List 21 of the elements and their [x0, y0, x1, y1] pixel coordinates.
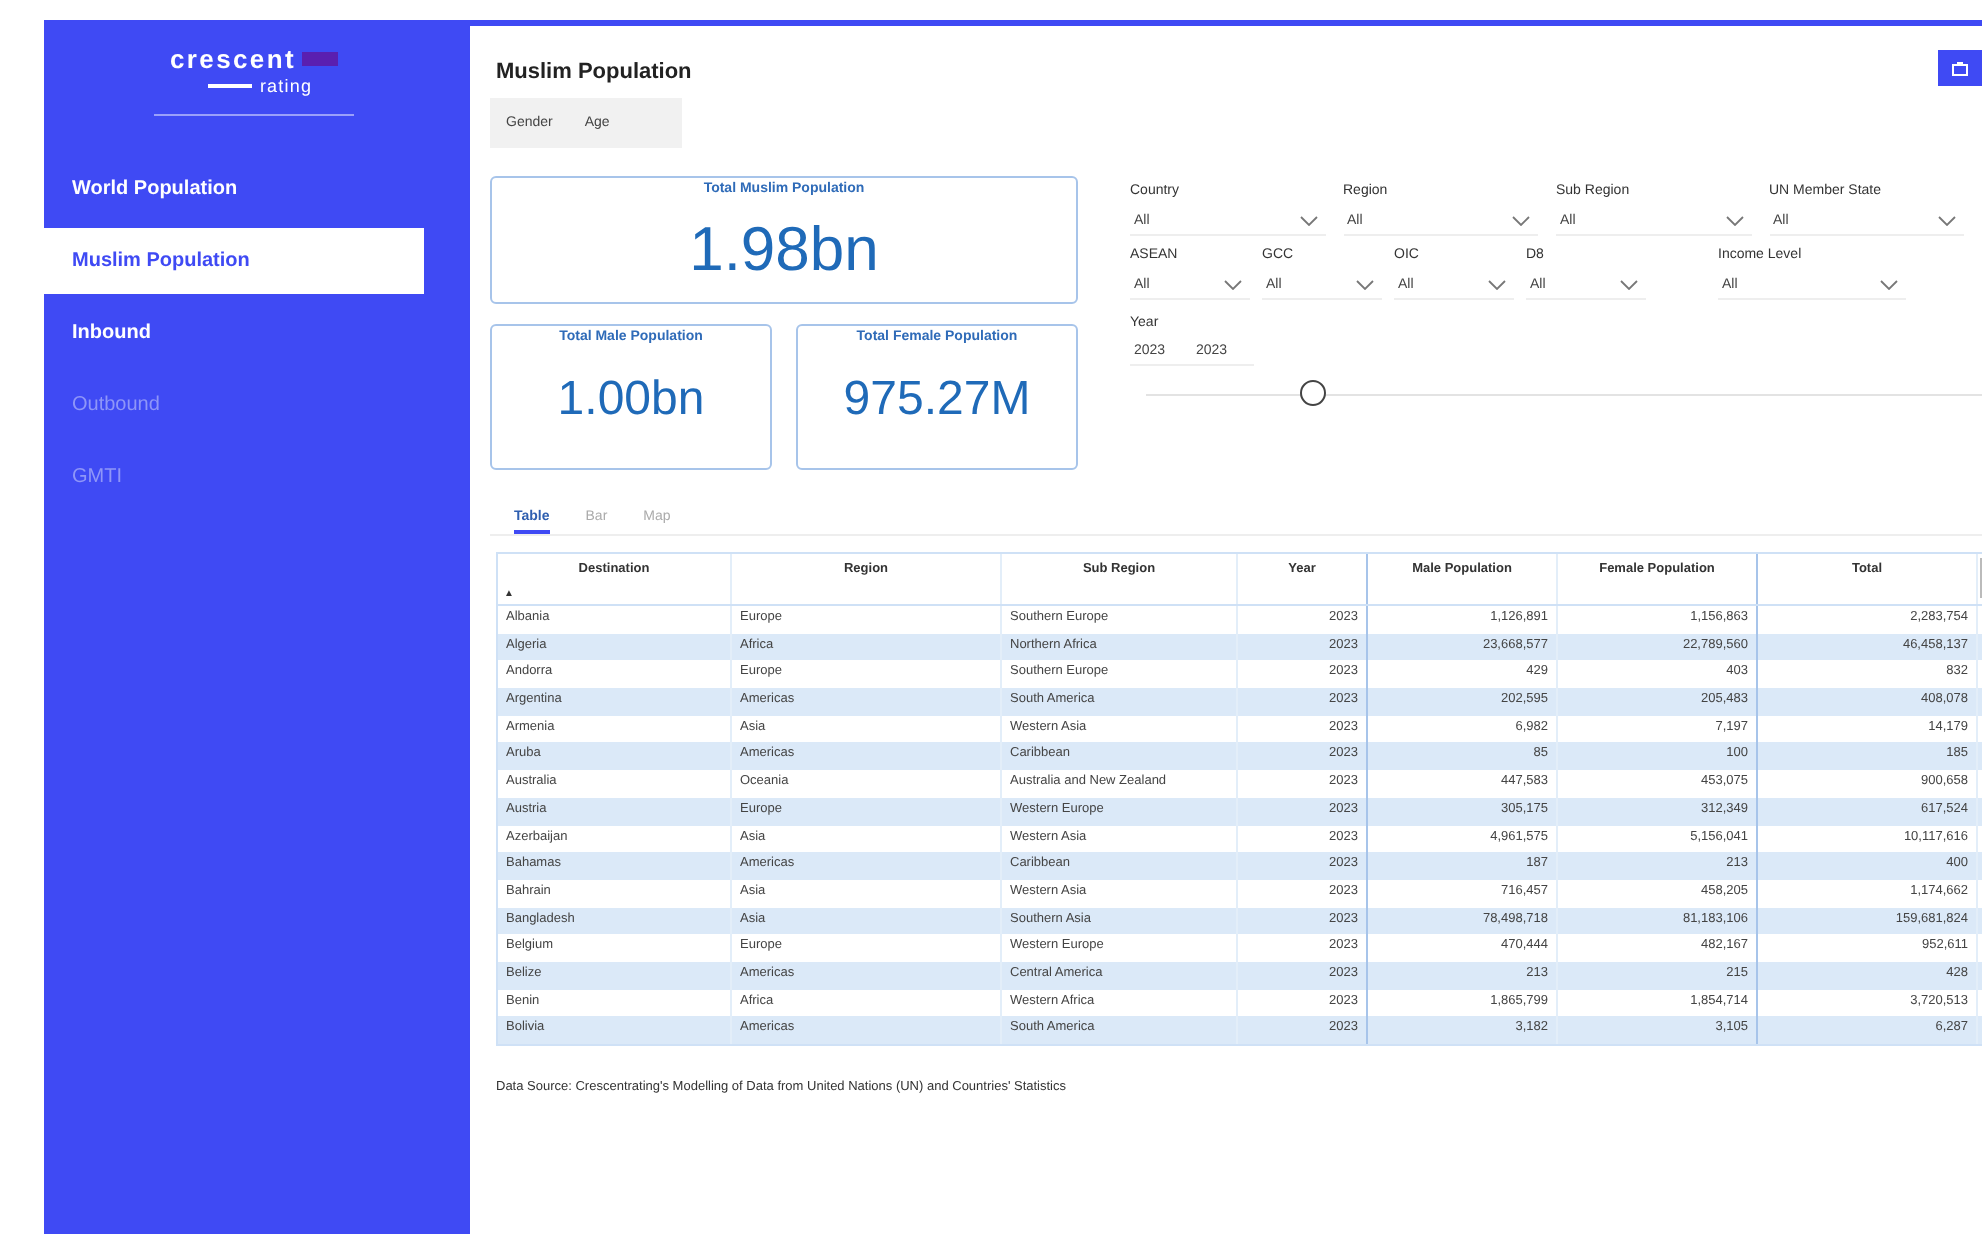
chevron-down-icon [1299, 215, 1317, 225]
chevron-down-icon [1880, 279, 1898, 289]
logo-wordmark: crescent [169, 44, 297, 74]
sidebar-item[interactable]: Muslim Population [44, 228, 424, 294]
chevron-down-icon [1356, 279, 1374, 289]
chevron-down-icon [1938, 215, 1956, 225]
export-button[interactable] [1938, 50, 1982, 86]
page-title: Muslim Population [496, 60, 692, 84]
kpi-value: 1.00bn [557, 372, 705, 428]
kpi-value: 975.27M [843, 372, 1031, 428]
kpi-value: 1.98bn [689, 214, 879, 286]
logo-badge [302, 52, 339, 66]
slider-handle[interactable] [1300, 380, 1326, 406]
logo-subtitle: rating [259, 76, 313, 96]
chevron-down-icon [1620, 279, 1638, 289]
sidebar-item[interactable]: World Population [44, 156, 464, 222]
chevron-down-icon [1725, 215, 1743, 225]
sidebar-item[interactable]: Inbound [44, 300, 464, 366]
chevron-down-icon [1512, 215, 1530, 225]
chevron-down-icon [1224, 279, 1242, 289]
chevron-down-icon [1488, 279, 1506, 289]
